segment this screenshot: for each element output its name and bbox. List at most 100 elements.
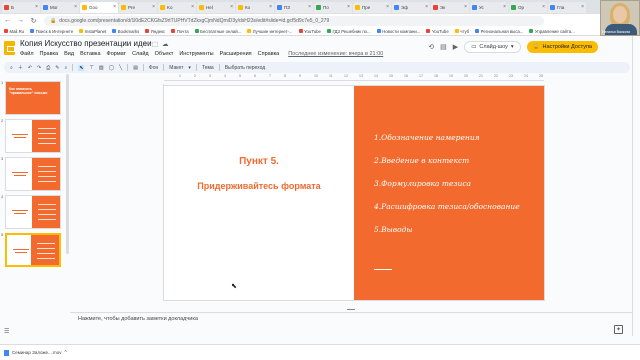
menu-item[interactable]: Вид xyxy=(64,51,74,57)
browser-tab[interactable]: Ор × xyxy=(509,1,547,13)
bookmark-item[interactable]: Новости компани... xyxy=(376,29,420,34)
last-edit-link[interactable]: Последнее изменение: вчера в 21:00 xyxy=(288,51,383,57)
comment-icon[interactable]: ▤ xyxy=(440,43,447,51)
close-icon[interactable]: × xyxy=(152,4,155,10)
cloud-status-icon[interactable]: ☁ xyxy=(162,40,169,48)
chevron-down-icon[interactable]: ▾ xyxy=(511,44,514,50)
close-icon[interactable]: × xyxy=(347,4,350,10)
browser-tab[interactable]: Ko × xyxy=(158,1,196,13)
bookmark-item[interactable]: Региональная выса... xyxy=(475,29,523,34)
menu-item[interactable]: Слайд xyxy=(132,51,149,57)
shape-icon[interactable]: ◯ xyxy=(109,65,115,71)
slide-point[interactable]: 1.Обозначение намерения xyxy=(374,133,520,156)
browser-tab[interactable]: Б × xyxy=(2,1,40,13)
url-input[interactable]: 🔒 docs.google.com/presentation/d/1l0dE2C… xyxy=(44,15,544,26)
menu-item[interactable]: Инструменты xyxy=(179,51,213,57)
menu-item[interactable]: Вставка xyxy=(80,51,100,57)
print-icon[interactable]: ⎙ xyxy=(46,65,50,71)
bookmark-item[interactable]: Бесплатные онлай... xyxy=(194,29,241,34)
document-title[interactable]: Копия Искусство презентации идеи xyxy=(20,39,152,48)
bookmark-item[interactable]: Bookmarks xyxy=(112,29,139,34)
close-icon[interactable]: × xyxy=(308,4,311,10)
close-icon[interactable]: × xyxy=(425,4,428,10)
close-icon[interactable]: × xyxy=(113,4,116,10)
share-button[interactable]: 🔒 Настройки Доступа xyxy=(526,41,598,53)
menu-item[interactable]: Формат xyxy=(107,51,127,57)
select-tool-icon[interactable]: ⬉ xyxy=(78,64,85,71)
meet-icon[interactable]: ▶ xyxy=(453,43,458,51)
speaker-notes-placeholder[interactable]: Нажмите, чтобы добавить заметки докладчи… xyxy=(78,316,198,322)
slide-heading-line1[interactable]: Пункт 5. xyxy=(164,156,354,167)
slide-point[interactable]: 5.Выводы xyxy=(374,225,520,248)
menu-item[interactable]: Справка xyxy=(258,51,280,57)
menu-item[interactable]: Правка xyxy=(40,51,59,57)
undo-icon[interactable]: ↶ xyxy=(28,65,32,71)
bookmark-item[interactable]: Лучшие интернет-... xyxy=(247,29,293,34)
slide-point[interactable]: 4.Расшифровка тезиса/обоснование xyxy=(374,202,520,225)
browser-tab[interactable]: Mor × xyxy=(41,1,79,13)
browser-tab[interactable]: Ус × xyxy=(470,1,508,13)
bookmark-item[interactable]: Управление сайта... xyxy=(529,29,575,34)
download-item[interactable]: Семинар Заложе....mov ^ xyxy=(4,349,67,356)
speaker-notes[interactable]: Нажмите, чтобы добавить заметки докладчи… xyxy=(70,312,632,327)
slide-point[interactable]: 2.Введение в контекст xyxy=(374,156,520,179)
slide-heading-line2[interactable]: Придерживайтесь формата xyxy=(164,181,354,191)
paint-format-icon[interactable]: ✎ xyxy=(55,65,59,71)
bookmark-item[interactable]: Почта xyxy=(171,29,189,34)
close-icon[interactable]: × xyxy=(74,4,77,10)
browser-tab[interactable]: Пре × xyxy=(353,1,391,13)
browser-tab[interactable]: Hel × xyxy=(197,1,235,13)
browser-tab[interactable]: Эф × xyxy=(392,1,430,13)
forward-arrow-icon[interactable]: → xyxy=(17,17,24,24)
close-icon[interactable]: × xyxy=(269,4,272,10)
image-icon[interactable]: ▨ xyxy=(99,65,104,71)
zoom-icon[interactable]: ⌕ xyxy=(64,65,67,71)
close-icon[interactable]: × xyxy=(35,4,38,10)
folder-move-icon[interactable]: ⬚ xyxy=(152,40,158,48)
slideshow-button[interactable]: ▭ Слайд-шоу ▾ xyxy=(464,41,521,53)
bookmark-item[interactable]: YouTube xyxy=(426,29,449,34)
bookmark-item[interactable]: Яндекс xyxy=(145,29,165,34)
textbox-icon[interactable]: ⊤ xyxy=(89,65,93,71)
layout-button[interactable]: Макет xyxy=(169,65,183,71)
reload-icon[interactable]: ↻ xyxy=(30,17,37,25)
slide-thumbnail[interactable] xyxy=(5,119,61,153)
redo-icon[interactable]: ↷ xyxy=(37,65,41,71)
explore-icon[interactable]: ✦ xyxy=(614,325,623,334)
bookmark-item[interactable]: YouTube xyxy=(298,29,321,34)
browser-tab[interactable]: Pre × xyxy=(119,1,157,13)
browser-tab[interactable]: По × xyxy=(314,1,352,13)
browser-tab[interactable]: ПЗ × xyxy=(275,1,313,13)
close-icon[interactable]: × xyxy=(386,4,389,10)
browser-tab[interactable]: Ко × xyxy=(236,1,274,13)
browser-tab[interactable]: Goo × xyxy=(80,1,118,13)
search-menus-icon[interactable]: ⌕ xyxy=(10,65,13,71)
menu-item[interactable]: Расширения xyxy=(220,51,252,57)
menu-item[interactable]: Объект xyxy=(155,51,174,57)
background-button[interactable]: Фон xyxy=(149,65,158,71)
new-slide-icon[interactable]: ＋ xyxy=(18,64,23,71)
slide-thumbnail[interactable] xyxy=(5,157,61,191)
bookmark-item[interactable]: ГДЗ Решебник по... xyxy=(326,29,371,34)
bookmark-item[interactable]: Поиск в Интернете xyxy=(30,29,73,34)
bookmark-item[interactable]: чтуб xyxy=(454,29,469,34)
close-icon[interactable]: × xyxy=(581,4,584,10)
horizontal-ruler[interactable]: 1 2 3 4 5 6 7 8 9 10 11 12 13 14 15 16 17 18 19 20 21 22 23 24 2… xyxy=(164,74,544,81)
close-icon[interactable]: × xyxy=(230,4,233,10)
menu-item[interactable]: Файл xyxy=(20,51,34,57)
bookmark-item[interactable]: Mail.Ru xyxy=(4,29,24,34)
slide-thumbnail[interactable] xyxy=(5,195,61,229)
close-icon[interactable]: × xyxy=(503,4,506,10)
back-arrow-icon[interactable]: ← xyxy=(4,17,11,24)
close-icon[interactable]: × xyxy=(542,4,545,10)
transition-button[interactable]: Выбрать переход xyxy=(225,65,266,71)
slide-point[interactable]: 3.Формулировка тезиса xyxy=(374,179,520,202)
star-icon[interactable]: ☆ xyxy=(142,40,148,48)
current-slide[interactable]: Пункт 5. Придерживайтесь формата 1.Обозн… xyxy=(164,86,544,300)
filmstrip-view-icon[interactable]: ☰ xyxy=(4,328,9,335)
chevron-up-icon[interactable]: ^ xyxy=(64,350,66,356)
slide-thumbnail[interactable]: Как написать "правильное" письмо xyxy=(5,81,61,115)
slide-thumbnail[interactable] xyxy=(5,233,61,267)
close-icon[interactable]: × xyxy=(191,4,194,10)
slide-thumbnail-row[interactable]: 5 xyxy=(0,230,70,296)
